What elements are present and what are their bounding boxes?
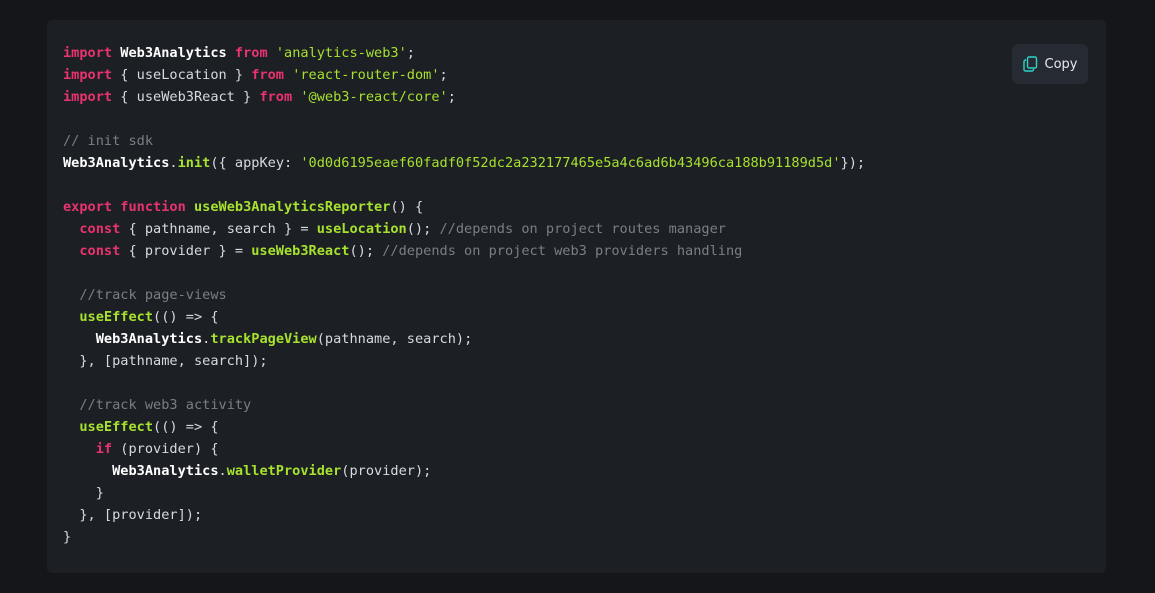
code-line: export function useWeb3AnalyticsReporter…: [63, 196, 865, 218]
text-token: [63, 463, 112, 479]
text-token: ({ appKey:: [210, 155, 300, 171]
function-token: useLocation: [317, 221, 407, 237]
text-token: [284, 67, 292, 83]
code-line: }: [63, 526, 865, 548]
text-token: [63, 331, 96, 347]
code-line: useEffect(() => {: [63, 306, 865, 328]
text-token: }: [63, 485, 104, 501]
text-token: [227, 45, 235, 61]
keyword-token: const: [79, 221, 120, 237]
function-token: useEffect: [79, 419, 153, 435]
identifier-token: Web3Analytics: [120, 45, 226, 61]
text-token: .: [169, 155, 177, 171]
code-line: [63, 174, 865, 196]
copy-button[interactable]: Copy: [1012, 44, 1088, 84]
comment-token: //track web3 activity: [79, 397, 251, 413]
text-token: [63, 419, 79, 435]
keyword-token: if: [96, 441, 112, 457]
code-line: import { useWeb3React } from '@web3-reac…: [63, 86, 865, 108]
identifier-token: Web3Analytics: [112, 463, 218, 479]
text-token: (pathname, search);: [317, 331, 473, 347]
keyword-token: import: [63, 45, 112, 61]
text-token: .: [219, 463, 227, 479]
keyword-token: from: [259, 89, 292, 105]
text-token: [63, 397, 79, 413]
text-token: [63, 243, 79, 259]
text-token: () {: [390, 199, 423, 215]
code-line: [63, 372, 865, 394]
text-token: }, [provider]);: [63, 507, 202, 523]
function-token: useEffect: [79, 309, 153, 325]
text-token: { pathname, search } =: [120, 221, 316, 237]
text-token: { useLocation }: [112, 67, 251, 83]
keyword-token: export: [63, 199, 112, 215]
function-token: trackPageView: [210, 331, 316, 347]
code-line: Web3Analytics.init({ appKey: '0d0d6195ea…: [63, 152, 865, 174]
function-token: walletProvider: [227, 463, 342, 479]
keyword-token: from: [235, 45, 268, 61]
text-token: [63, 309, 79, 325]
text-token: [63, 441, 96, 457]
function-token: init: [178, 155, 211, 171]
text-token: (() => {: [153, 419, 218, 435]
text-token: (provider);: [341, 463, 431, 479]
text-token: }: [63, 529, 71, 545]
string-token: 'react-router-dom': [292, 67, 439, 83]
code-line: import Web3Analytics from 'analytics-web…: [63, 42, 865, 64]
text-token: [268, 45, 276, 61]
code-line: [63, 262, 865, 284]
code-line: // init sdk: [63, 130, 865, 152]
code-line: Web3Analytics.trackPageView(pathname, se…: [63, 328, 865, 350]
keyword-token: import: [63, 89, 112, 105]
text-token: (() => {: [153, 309, 218, 325]
text-token: [63, 287, 79, 303]
text-token: [63, 221, 79, 237]
copy-button-label: Copy: [1045, 57, 1078, 72]
code-block: import Web3Analytics from 'analytics-web…: [63, 42, 865, 548]
code-line: const { provider } = useWeb3React(); //d…: [63, 240, 865, 262]
keyword-token: const: [79, 243, 120, 259]
keyword-token: function: [120, 199, 185, 215]
code-line: useEffect(() => {: [63, 416, 865, 438]
text-token: ;: [407, 45, 415, 61]
code-line: Web3Analytics.walletProvider(provider);: [63, 460, 865, 482]
code-snippet-panel: import Web3Analytics from 'analytics-web…: [47, 20, 1106, 573]
string-token: '0d0d6195eaef60fadf0f52dc2a232177465e5a4…: [300, 155, 840, 171]
text-token: (provider) {: [112, 441, 218, 457]
function-token: useWeb3AnalyticsReporter: [194, 199, 390, 215]
code-line: //track page-views: [63, 284, 865, 306]
code-line: [63, 108, 865, 130]
comment-token: // init sdk: [63, 133, 153, 149]
function-token: useWeb3React: [251, 243, 349, 259]
comment-token: //track page-views: [79, 287, 226, 303]
text-token: ();: [349, 243, 382, 259]
text-token: });: [841, 155, 866, 171]
comment-token: //depends on project web3 providers hand…: [382, 243, 742, 259]
identifier-token: Web3Analytics: [63, 155, 169, 171]
code-line: //track web3 activity: [63, 394, 865, 416]
copy-icon: [1023, 56, 1038, 72]
text-token: ();: [407, 221, 440, 237]
text-token: ;: [448, 89, 456, 105]
code-line: }, [pathname, search]);: [63, 350, 865, 372]
text-token: { useWeb3React }: [112, 89, 259, 105]
text-token: { provider } =: [120, 243, 251, 259]
code-line: }: [63, 482, 865, 504]
code-line: const { pathname, search } = useLocation…: [63, 218, 865, 240]
comment-token: //depends on project routes manager: [440, 221, 726, 237]
identifier-token: Web3Analytics: [96, 331, 202, 347]
keyword-token: import: [63, 67, 112, 83]
keyword-token: from: [251, 67, 284, 83]
code-line: }, [provider]);: [63, 504, 865, 526]
string-token: 'analytics-web3': [276, 45, 407, 61]
text-token: ;: [440, 67, 448, 83]
code-line: import { useLocation } from 'react-route…: [63, 64, 865, 86]
text-token: }, [pathname, search]);: [63, 353, 268, 369]
string-token: '@web3-react/core': [300, 89, 447, 105]
code-line: if (provider) {: [63, 438, 865, 460]
text-token: [186, 199, 194, 215]
